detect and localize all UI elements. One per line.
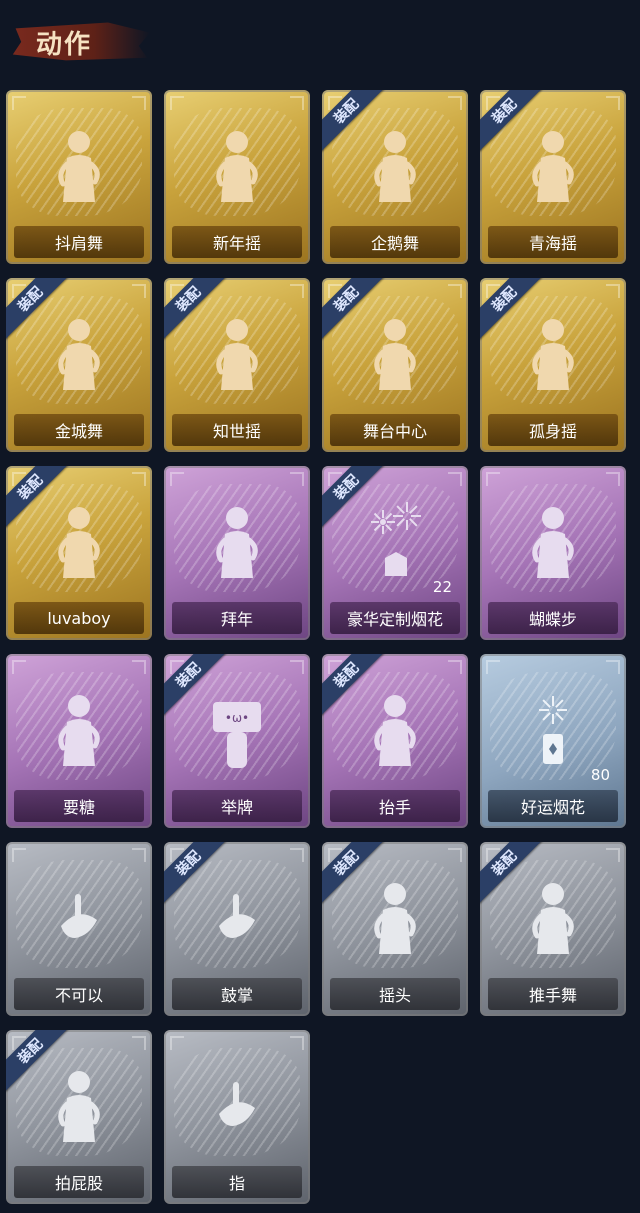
shoulder-shake-figure-icon [58,131,100,202]
emote-card[interactable]: 指 [164,1030,310,1204]
emote-card[interactable]: 推手舞 装配 [480,842,626,1016]
emote-card[interactable]: 舞台中心 装配 [322,278,468,452]
butterfly-step-figure-icon [532,507,574,578]
ask-candy-figure-icon [58,695,100,766]
pointing-hand-icon [219,1082,255,1126]
item-count: 80 [590,766,610,784]
emote-label: 好运烟花 [488,790,618,822]
clapping-hands-icon [219,894,255,938]
raise-hand-figure-icon [374,695,416,766]
fireworks-box-icon [371,502,421,576]
emote-card[interactable]: 抬手 装配 [322,654,468,828]
emote-label: 蝴蝶步 [488,602,618,634]
emote-card[interactable]: 新年摇 [164,90,310,264]
slap-butt-figure-icon [58,1071,100,1142]
emote-card[interactable]: 知世摇 装配 [164,278,310,452]
emote-card[interactable]: 金城舞 装配 [6,278,152,452]
emote-label: 青海摇 [488,226,618,258]
emote-card[interactable]: 80 好运烟花 [480,654,626,828]
emote-card[interactable]: luvaboy 装配 [6,466,152,640]
emote-card[interactable]: 抖肩舞 [6,90,152,264]
emote-card[interactable]: 22 豪华定制烟花 装配 [322,466,468,640]
wagging-finger-icon [61,894,97,938]
new-year-sway-figure-icon [216,131,258,202]
item-count: 22 [432,578,452,596]
emote-card[interactable]: •ω• 举牌 装配 [164,654,310,828]
emote-card[interactable]: 要糖 [6,654,152,828]
qinghai-sway-figure-icon [532,131,574,202]
emote-card[interactable]: 不可以 [6,842,152,1016]
stage-center-figure-icon [374,319,416,390]
push-hand-dance-figure-icon [532,883,574,954]
emote-label: 豪华定制烟花 [330,602,460,634]
emote-label: 知世摇 [172,414,302,446]
shake-head-figure-icon [374,883,416,954]
emote-label: 拜年 [172,602,302,634]
emote-label: 企鹅舞 [330,226,460,258]
emote-card[interactable]: 拍屁股 装配 [6,1030,152,1204]
emote-label: 孤身摇 [488,414,618,446]
emote-card[interactable]: 企鹅舞 装配 [322,90,468,264]
jincheng-dance-figure-icon [58,319,100,390]
emote-card[interactable]: 拜年 [164,466,310,640]
emote-card[interactable]: 蝴蝶步 [480,466,626,640]
emote-label: 拍屁股 [14,1166,144,1198]
luvaboy-figure-icon [58,507,100,578]
solo-sway-figure-icon [532,319,574,390]
emote-label: 举牌 [172,790,302,822]
new-year-greeting-figure-icon [216,507,258,578]
emote-label: 要糖 [14,790,144,822]
emote-label: 金城舞 [14,414,144,446]
emote-label: 新年摇 [172,226,302,258]
emote-label: 不可以 [14,978,144,1010]
penguin-dance-figure-icon [374,131,416,202]
emote-card[interactable]: 鼓掌 装配 [164,842,310,1016]
emote-card[interactable]: 孤身摇 装配 [480,278,626,452]
emote-grid: 抖肩舞 新年摇 企鹅舞 装配 青海摇 装配金城舞 装配 知世摇 装配 舞台中心 装配 孤身摇 装配 luv… [0,0,640,1213]
emote-label: 舞台中心 [330,414,460,446]
emote-label: luvaboy [14,602,144,634]
hold-sign-figure-icon: •ω• [213,702,261,768]
emote-label: 抖肩舞 [14,226,144,258]
lucky-firework-canister-icon [539,696,567,764]
emote-label: 摇头 [330,978,460,1010]
emote-card[interactable]: 青海摇 装配 [480,90,626,264]
emote-label: 指 [172,1166,302,1198]
emote-label: 推手舞 [488,978,618,1010]
emote-label: 鼓掌 [172,978,302,1010]
svg-text:•ω•: •ω• [225,711,249,725]
emote-label: 抬手 [330,790,460,822]
zhishi-sway-figure-icon [216,319,258,390]
emote-card[interactable]: 摇头 装配 [322,842,468,1016]
